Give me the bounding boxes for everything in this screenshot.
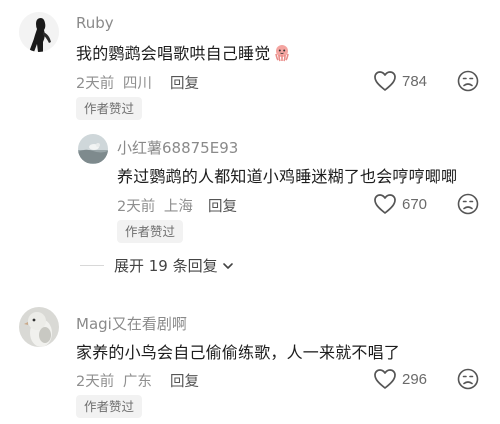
reply-location: 上海 xyxy=(163,199,193,215)
comment-time: 2天前 xyxy=(76,374,115,390)
comment-text-body: 我的鹦鹉会唱歌哄自己睡觉 xyxy=(76,44,271,63)
comment-text: 我的鹦鹉会唱歌哄自己睡觉 xyxy=(76,40,291,66)
like-count: 784 xyxy=(402,72,428,90)
username[interactable]: Magi又在看剧啊 xyxy=(76,313,187,334)
frown-face-icon xyxy=(457,368,479,390)
divider xyxy=(80,265,104,266)
comment-meta: 2天前 广东 xyxy=(76,370,152,391)
comment-meta: 2天前 四川 xyxy=(76,72,152,93)
reply-button[interactable]: 回复 xyxy=(170,370,199,391)
reply-time: 2天前 xyxy=(117,199,156,215)
octopus-emoji-icon xyxy=(273,44,291,66)
comment-location: 广东 xyxy=(122,374,152,390)
reply-button[interactable]: 回复 xyxy=(170,72,199,93)
username[interactable]: 小红薯68875E93 xyxy=(117,137,238,158)
avatar[interactable] xyxy=(19,12,59,52)
like-count: 296 xyxy=(402,370,428,388)
chevron-down-icon xyxy=(222,262,233,269)
comment-time: 2天前 xyxy=(76,76,115,92)
frown-face-icon xyxy=(457,193,479,215)
comment-location: 四川 xyxy=(122,76,152,92)
author-liked-badge: 作者赞过 xyxy=(76,97,143,120)
avatar[interactable] xyxy=(78,134,108,164)
author-liked-badge: 作者赞过 xyxy=(76,395,143,418)
heart-icon xyxy=(374,194,396,214)
avatar[interactable] xyxy=(19,307,59,347)
like-button[interactable]: 784 xyxy=(373,69,427,93)
author-liked-badge: 作者赞过 xyxy=(117,220,184,243)
dislike-button[interactable] xyxy=(457,70,479,92)
like-count: 670 xyxy=(402,195,428,213)
expand-replies-button[interactable]: 展开 19 条回复 xyxy=(80,255,234,276)
like-button[interactable]: 670 xyxy=(373,192,427,216)
heart-icon xyxy=(374,369,396,389)
heart-icon xyxy=(374,71,396,91)
reply-button[interactable]: 回复 xyxy=(208,195,237,216)
frown-face-icon xyxy=(457,70,479,92)
dislike-button[interactable] xyxy=(457,193,479,215)
comment-text: 家养的小鸟会自己偷偷练歌，人一来就不唱了 xyxy=(76,343,401,362)
like-button[interactable]: 296 xyxy=(373,367,427,391)
username[interactable]: Ruby xyxy=(76,14,114,32)
expand-replies-label: 展开 19 条回复 xyxy=(114,257,218,275)
reply-meta: 2天前 上海 xyxy=(117,195,193,216)
reply-text: 养过鹦鹉的人都知道小鸡睡迷糊了也会哼哼唧唧 xyxy=(117,167,458,186)
dislike-button[interactable] xyxy=(457,368,479,390)
